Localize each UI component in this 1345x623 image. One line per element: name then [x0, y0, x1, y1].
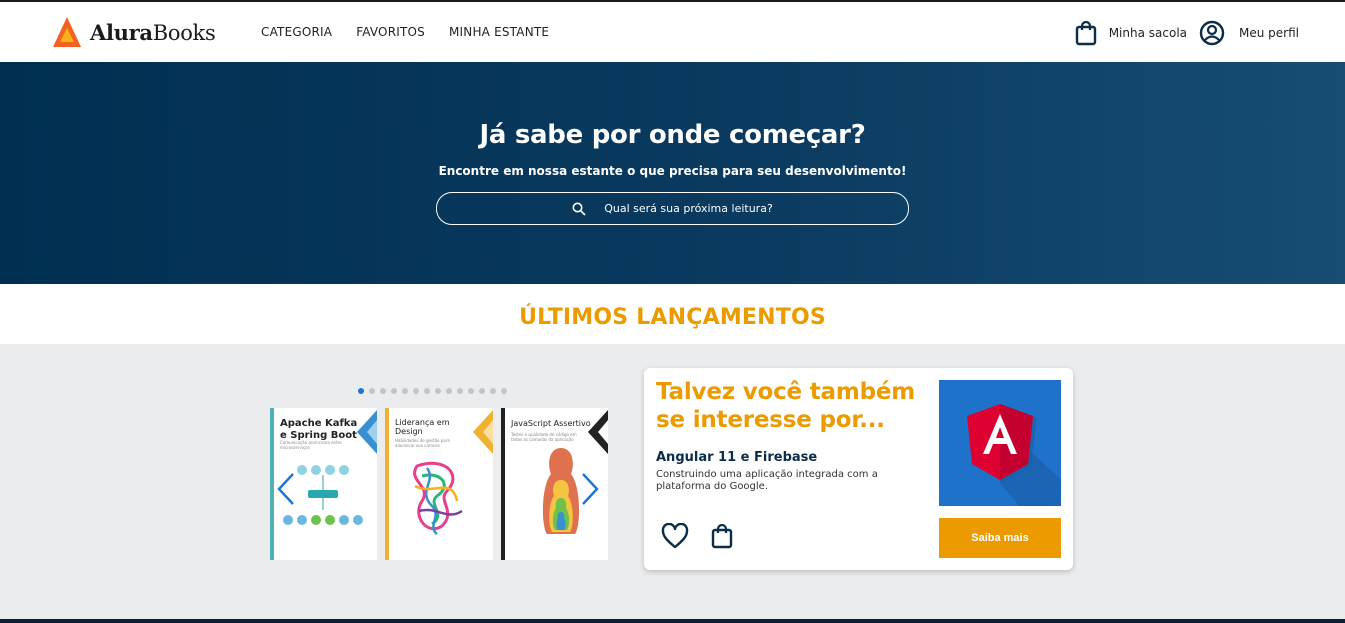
book-title-javascript: JavaScript Assertivo	[511, 419, 591, 428]
hero-banner: Já sabe por onde começar? Encontre em no…	[0, 62, 1345, 284]
angular-logo-icon	[967, 404, 1061, 506]
carousel-next-arrow-icon[interactable]	[580, 472, 600, 506]
carousel-dot[interactable]	[435, 388, 441, 394]
nav-item-minha-estante[interactable]: MINHA ESTANTE	[449, 25, 549, 39]
lideranca-art	[413, 461, 463, 535]
book-cover-lideranca[interactable]: Liderança em Design Habilidades de gestã…	[385, 408, 493, 560]
book-title-kafka: Apache Kafka e Spring Boot	[280, 418, 358, 441]
bag-link[interactable]: Minha sacola	[1075, 20, 1187, 46]
nav-item-favoritos[interactable]: FAVORITOS	[356, 25, 425, 39]
shopping-bag-icon	[1075, 20, 1096, 46]
recommendation-card: Talvez você também se interesse por... A…	[644, 368, 1073, 570]
releases-section: Apache Kafka e Spring Boot Comunicação a…	[0, 344, 1345, 620]
cover-accent-javascript	[588, 410, 608, 454]
search-input[interactable]: Qual será sua próxima leitura?	[436, 192, 909, 225]
book-subtitle-lideranca: Habilidades de gestão para alavancar sua…	[395, 438, 450, 448]
cover-accent-kafka	[357, 410, 377, 454]
user-icon	[1199, 20, 1225, 46]
nav-item-categoria[interactable]: CATEGORIA	[261, 25, 332, 39]
carousel-dot[interactable]	[413, 388, 419, 394]
logo[interactable]: AluraBooks	[52, 16, 216, 48]
profile-label: Meu perfil	[1239, 26, 1299, 40]
logo-icon	[53, 17, 81, 47]
shopping-bag-icon[interactable]	[711, 523, 733, 549]
recommended-book-description: Construindo uma aplicação integrada com …	[656, 469, 878, 492]
carousel-dot[interactable]	[380, 388, 386, 394]
cover-accent-lideranca	[473, 410, 493, 454]
carousel-dot[interactable]	[369, 388, 375, 394]
carousel-dot[interactable]	[402, 388, 408, 394]
carousel-dot[interactable]	[391, 388, 397, 394]
carousel-dot[interactable]	[424, 388, 430, 394]
main-nav: CATEGORIA FAVORITOS MINHA ESTANTE	[261, 25, 549, 39]
recommendation-title: Talvez você também se interesse por...	[656, 379, 916, 433]
recommended-book-title: Angular 11 e Firebase	[656, 450, 818, 465]
carousel-dot[interactable]	[501, 388, 507, 394]
matryoshka-art	[542, 448, 580, 534]
profile-link[interactable]: Meu perfil	[1199, 20, 1299, 46]
carousel-prev-arrow-icon[interactable]	[276, 472, 296, 506]
carousel-dot[interactable]	[479, 388, 485, 394]
book-carousel: Apache Kafka e Spring Boot Comunicação a…	[270, 408, 608, 560]
carousel-dot[interactable]	[446, 388, 452, 394]
site-header: AluraBooks CATEGORIA FAVORITOS MINHA EST…	[0, 2, 1345, 62]
carousel-dot[interactable]	[457, 388, 463, 394]
saiba-mais-button[interactable]: Saiba mais	[939, 518, 1061, 558]
carousel-dot[interactable]	[358, 388, 364, 394]
carousel-dot[interactable]	[490, 388, 496, 394]
carousel-dot[interactable]	[468, 388, 474, 394]
bag-label: Minha sacola	[1108, 26, 1188, 40]
book-title-lideranca: Liderança em Design	[395, 418, 450, 436]
hero-title: Já sabe por onde começar?	[479, 120, 866, 150]
search-icon	[572, 202, 586, 216]
logo-text: AluraBooks	[90, 19, 216, 45]
footer-edge	[0, 619, 1345, 623]
carousel-dots	[358, 388, 507, 394]
hero-subtitle: Encontre em nossa estante o que precisa …	[438, 164, 907, 178]
header-actions: Minha sacola Meu perfil	[1075, 20, 1299, 46]
angular-book-image	[939, 380, 1061, 506]
book-subtitle-javascript: Testes e qualidade de código em todas as…	[511, 432, 577, 442]
search-placeholder: Qual será sua próxima leitura?	[604, 202, 773, 215]
heart-icon[interactable]	[661, 523, 689, 549]
section-title: ÚLTIMOS LANÇAMENTOS	[0, 284, 1345, 344]
card-actions	[661, 523, 733, 549]
book-subtitle-kafka: Comunicação assíncrona entre microsservi…	[280, 440, 342, 450]
